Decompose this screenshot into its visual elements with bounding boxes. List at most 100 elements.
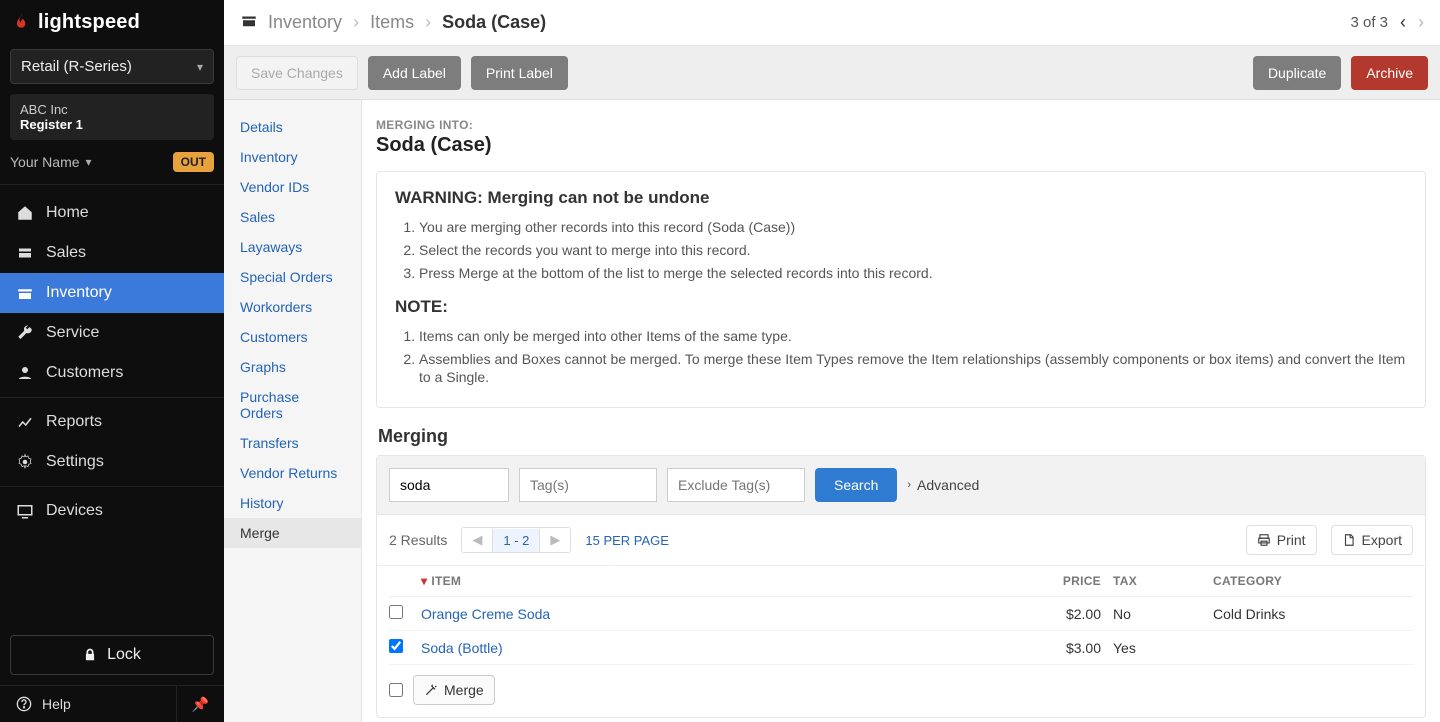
search-input[interactable] (389, 468, 509, 502)
row-checkbox[interactable] (389, 605, 403, 619)
export-button[interactable]: Export (1331, 525, 1413, 555)
subnav-special-orders[interactable]: Special Orders (224, 262, 361, 292)
col-category[interactable]: CATEGORY (1213, 574, 1413, 588)
subnav-transfers[interactable]: Transfers (224, 428, 361, 458)
out-badge[interactable]: OUT (173, 152, 214, 172)
crumb-section[interactable]: Inventory (268, 12, 342, 32)
user-menu[interactable]: Your Name ▾ (10, 154, 92, 170)
item-link[interactable]: Orange Creme Soda (421, 606, 550, 622)
product-selector[interactable]: Retail (R-Series) ▾ (10, 49, 214, 84)
lock-button[interactable]: Lock (10, 635, 214, 675)
subnav-sales[interactable]: Sales (224, 202, 361, 232)
main-nav: Home Sales Inventory Service Customers R… (0, 193, 224, 531)
printer-icon (1257, 533, 1271, 547)
merge-bar: Merge (377, 665, 1425, 717)
cell-price: $2.00 (1023, 606, 1113, 622)
select-all-checkbox[interactable] (389, 683, 403, 697)
subnav-vendor-returns[interactable]: Vendor Returns (224, 458, 361, 488)
nav-reports[interactable]: Reports (0, 402, 224, 442)
warning-title: WARNING: Merging can not be undone (395, 188, 1407, 208)
note-item: Assemblies and Boxes cannot be merged. T… (419, 350, 1407, 388)
chevron-down-icon: ▾ (86, 155, 92, 169)
cell-tax: No (1113, 606, 1213, 622)
note-title: NOTE: (395, 297, 1407, 317)
search-bar: Search › Advanced (377, 456, 1425, 515)
col-price[interactable]: PRICE (1023, 574, 1113, 588)
per-page-select[interactable]: 15 PER PAGE (585, 533, 669, 548)
record-pager: 3 of 3 ‹ › (1350, 12, 1424, 33)
chart-icon (16, 413, 34, 431)
sort-desc-icon: ▾ (421, 574, 427, 588)
chevron-down-icon: ▾ (197, 60, 203, 74)
nav-inventory[interactable]: Inventory (0, 273, 224, 313)
pager-label: 3 of 3 (1350, 14, 1388, 31)
merging-container: Search › Advanced 2 Results ◀ 1 - 2 ▶ 15… (376, 455, 1426, 718)
pin-button[interactable]: 📌 (176, 686, 224, 722)
box-icon (16, 284, 34, 302)
merge-button[interactable]: Merge (413, 675, 495, 705)
search-button[interactable]: Search (815, 468, 897, 502)
user-icon (16, 364, 34, 382)
subnav-inventory[interactable]: Inventory (224, 142, 361, 172)
crumb-page: Soda (Case) (442, 12, 546, 32)
tags-input[interactable] (519, 468, 657, 502)
nav-label: Settings (46, 453, 104, 471)
item-subnav: Details Inventory Vendor IDs Sales Layaw… (224, 100, 362, 722)
subnav-merge[interactable]: Merge (224, 518, 361, 548)
user-row: Your Name ▾ OUT (10, 152, 214, 172)
nav-label: Home (46, 204, 89, 222)
print-label: Print (1277, 532, 1306, 548)
subnav-purchase-orders[interactable]: Purchase Orders (224, 382, 361, 428)
results-count: 2 Results (389, 532, 447, 548)
nav-settings[interactable]: Settings (0, 442, 224, 482)
col-tax[interactable]: TAX (1113, 574, 1213, 588)
print-label-button[interactable]: Print Label (471, 56, 568, 90)
lock-label: Lock (107, 646, 141, 664)
shop-register-box[interactable]: ABC Inc Register 1 (10, 94, 214, 140)
subnav-details[interactable]: Details (224, 112, 361, 142)
nav-devices[interactable]: Devices (0, 491, 224, 531)
warning-list: You are merging other records into this … (395, 218, 1407, 283)
exclude-tags-input[interactable] (667, 468, 805, 502)
help-button[interactable]: Help (0, 686, 176, 722)
subnav-workorders[interactable]: Workorders (224, 292, 361, 322)
nav-service[interactable]: Service (0, 313, 224, 353)
add-label-button[interactable]: Add Label (368, 56, 461, 90)
note-item: Items can only be merged into other Item… (419, 327, 1407, 346)
merging-into-title: Soda (Case) (376, 134, 1426, 157)
chevron-right-icon: › (907, 479, 911, 491)
subnav-layaways[interactable]: Layaways (224, 232, 361, 262)
print-button[interactable]: Print (1246, 525, 1317, 555)
nav-customers[interactable]: Customers (0, 353, 224, 393)
subnav-graphs[interactable]: Graphs (224, 352, 361, 382)
duplicate-button[interactable]: Duplicate (1253, 56, 1341, 90)
table-header: ▾ITEM PRICE TAX CATEGORY (389, 566, 1413, 597)
nav-label: Devices (46, 502, 103, 520)
pager-prev[interactable]: ‹ (1400, 12, 1406, 33)
subnav-customers[interactable]: Customers (224, 322, 361, 352)
pager-current[interactable]: 1 - 2 (492, 529, 540, 552)
nav-label: Inventory (46, 284, 112, 302)
cell-category: Cold Drinks (1213, 606, 1413, 622)
section-icon (240, 12, 258, 33)
archive-button[interactable]: Archive (1351, 56, 1428, 90)
action-bar: Save Changes Add Label Print Label Dupli… (224, 46, 1440, 100)
wrench-icon (16, 324, 34, 342)
crumb-sub[interactable]: Items (370, 12, 414, 32)
register-name: Register 1 (20, 117, 204, 132)
col-item[interactable]: ▾ITEM (421, 574, 1023, 588)
row-checkbox[interactable] (389, 639, 403, 653)
nav-home[interactable]: Home (0, 193, 224, 233)
nav-sales[interactable]: Sales (0, 233, 224, 273)
warning-item: You are merging other records into this … (419, 218, 1407, 237)
logo: lightspeed (0, 0, 224, 45)
file-icon (1342, 533, 1356, 547)
subnav-history[interactable]: History (224, 488, 361, 518)
item-link[interactable]: Soda (Bottle) (421, 640, 503, 656)
advanced-toggle[interactable]: › Advanced (907, 477, 979, 493)
top-header: Inventory › Items › Soda (Case) 3 of 3 ‹… (224, 0, 1440, 46)
gear-icon (16, 453, 34, 471)
subnav-vendor-ids[interactable]: Vendor IDs (224, 172, 361, 202)
warning-panel: WARNING: Merging can not be undone You a… (376, 171, 1426, 408)
pager-next-icon: ▶ (540, 528, 570, 552)
